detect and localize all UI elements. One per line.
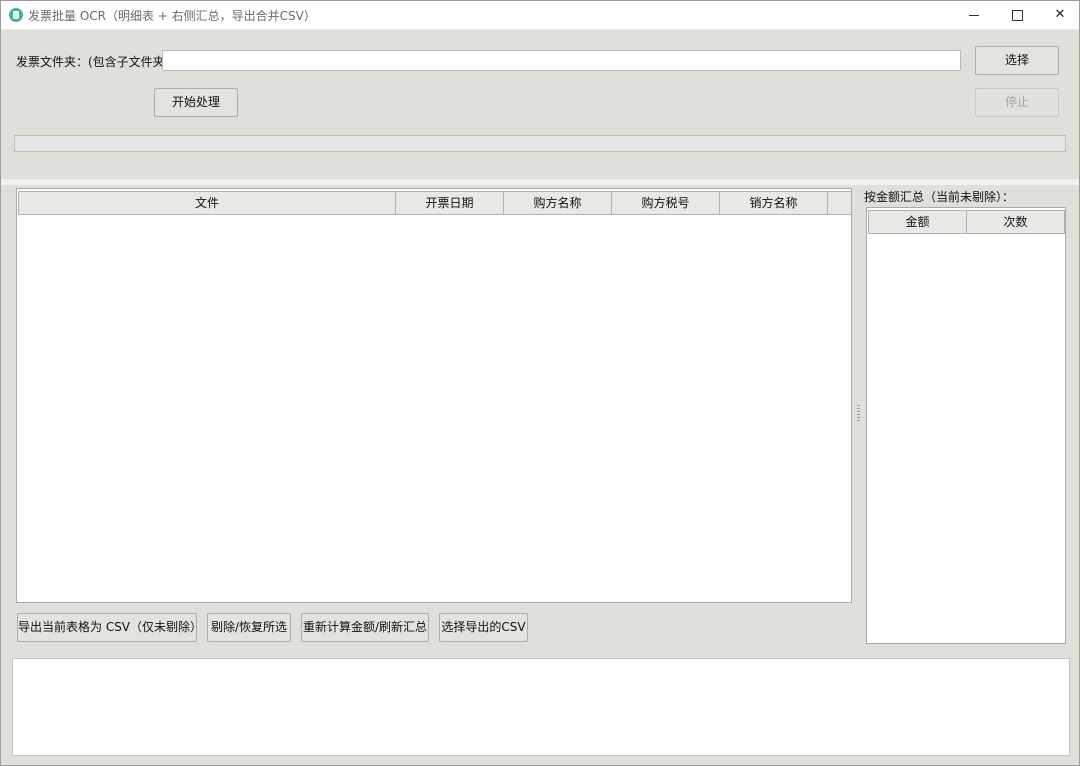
close-button[interactable]: ✕	[1037, 1, 1079, 29]
app-window: 发票批量 OCR（明细表 + 右侧汇总，导出合并CSV） ✕ 发票文件夹：(包含…	[0, 0, 1080, 766]
choose-folder-button[interactable]: 选择	[975, 46, 1059, 75]
export-current-csv-button[interactable]: 导出当前表格为 CSV（仅未剔除）	[17, 613, 202, 642]
summary-table[interactable]: 金额 次数	[866, 207, 1066, 644]
column-header-buyer-name[interactable]: 购方名称	[503, 191, 612, 215]
close-icon: ✕	[1054, 7, 1066, 22]
column-header-buyer-tax-id[interactable]: 购方税号	[611, 191, 720, 215]
details-table[interactable]: 文件 开票日期 购方名称 购方税号 销方名称	[16, 188, 852, 603]
folder-label: 发票文件夹：(包含子文件夹)	[16, 55, 170, 69]
maximize-button[interactable]	[994, 1, 1040, 29]
start-processing-button[interactable]: 开始处理	[154, 88, 238, 117]
minimize-icon	[969, 15, 979, 16]
column-header-seller-name[interactable]: 销方名称	[719, 191, 828, 215]
section-divider	[1, 179, 1079, 185]
window-title: 发票批量 OCR（明细表 + 右侧汇总，导出合并CSV）	[28, 9, 316, 23]
minimize-button[interactable]	[951, 1, 997, 29]
column-header-file[interactable]: 文件	[18, 191, 396, 215]
maximize-icon	[1012, 10, 1023, 21]
folder-path-input[interactable]	[162, 50, 961, 71]
column-header-amount[interactable]: 金额	[868, 210, 967, 234]
log-output[interactable]	[12, 658, 1070, 756]
stop-button[interactable]: 停止	[975, 88, 1059, 117]
column-header-invoice-date[interactable]: 开票日期	[395, 191, 504, 215]
title-bar: 发票批量 OCR（明细表 + 右侧汇总，导出合并CSV） ✕	[1, 1, 1079, 30]
progress-bar	[14, 135, 1066, 152]
app-icon	[9, 8, 23, 22]
pane-splitter-handle[interactable]	[857, 405, 860, 423]
column-header-filler	[827, 191, 851, 215]
choose-export-csv-button[interactable]: 选择导出的CSV	[439, 613, 528, 642]
recalculate-button[interactable]: 重新计算金额/刷新汇总	[301, 613, 429, 642]
toggle-exclude-button[interactable]: 剔除/恢复所选	[207, 613, 291, 642]
column-header-count[interactable]: 次数	[966, 210, 1065, 234]
summary-title: 按金额汇总（当前未剔除）：	[864, 190, 1015, 204]
